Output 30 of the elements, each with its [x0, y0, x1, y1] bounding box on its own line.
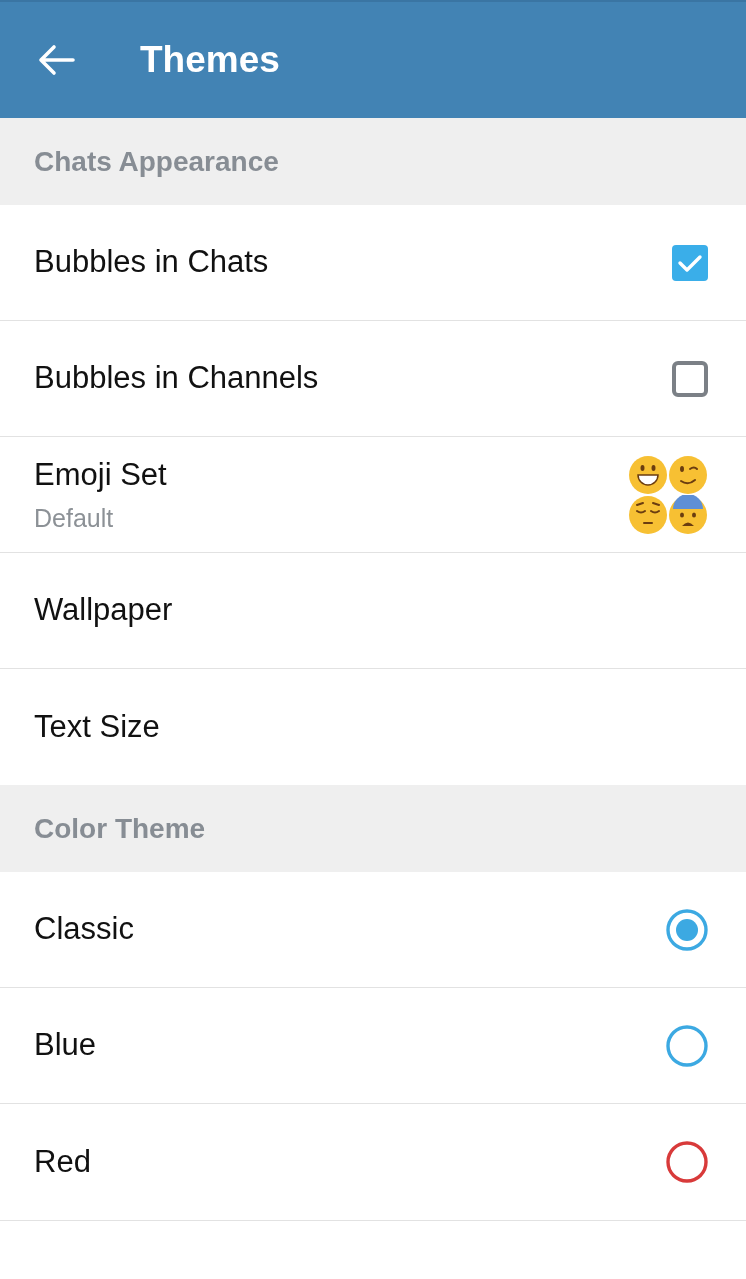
settings-row[interactable]: Emoji Set Default — [0, 437, 746, 553]
section-header: Color Theme — [0, 785, 746, 872]
checkbox[interactable] — [672, 360, 708, 397]
radio-button[interactable] — [666, 1024, 708, 1067]
back-arrow-icon — [37, 44, 75, 76]
radio-button[interactable] — [666, 908, 708, 951]
settings-row[interactable]: Wallpaper — [0, 553, 746, 669]
settings-row[interactable]: Text Size — [0, 669, 746, 785]
row-label: Wallpaper — [34, 591, 174, 630]
row-value: Default — [34, 503, 115, 534]
settings-row[interactable]: Red — [0, 1104, 746, 1220]
row-label: Text Size — [34, 707, 161, 746]
settings-row[interactable]: Bubbles in Chats — [0, 205, 746, 321]
grinning-face-icon — [628, 454, 668, 495]
radio-button[interactable] — [666, 1141, 708, 1183]
winking-face-icon — [668, 454, 708, 495]
settings-row[interactable]: Blue — [0, 988, 746, 1104]
checkbox[interactable] — [672, 244, 708, 281]
pensive-face-icon — [628, 494, 668, 535]
settings-row[interactable]: Classic — [0, 872, 746, 988]
section-header: Chats Appearance — [0, 118, 746, 205]
row-label: Emoji Set — [34, 455, 168, 494]
row-label: Blue — [34, 1026, 98, 1065]
row-label: Red — [34, 1142, 92, 1181]
row-label: Bubbles in Chats — [34, 243, 270, 282]
row-label: Classic — [34, 910, 135, 949]
settings-row[interactable]: Bubbles in Channels — [0, 321, 746, 437]
anxious-face-icon — [668, 494, 708, 535]
row-label: Bubbles in Channels — [34, 359, 320, 398]
screen-title: Themes — [140, 38, 280, 83]
